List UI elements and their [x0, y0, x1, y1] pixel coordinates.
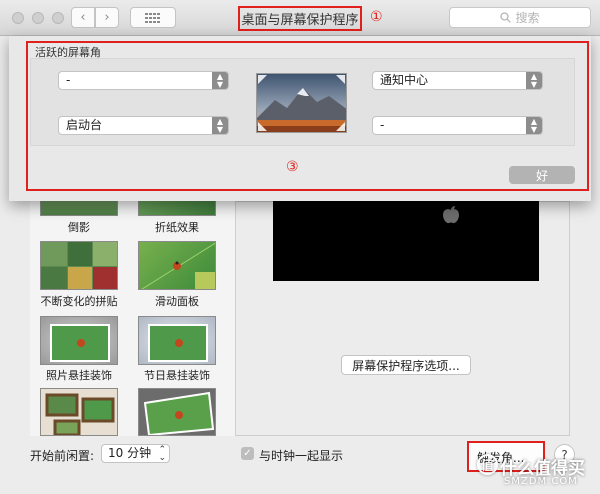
- corner-indicator-top-right: [336, 75, 345, 84]
- search-input[interactable]: 搜索: [449, 7, 591, 28]
- updown-chevron-icon: ⌃ ⌄: [158, 445, 166, 463]
- forward-button[interactable]: ›: [95, 7, 119, 28]
- screensaver-thumb-photo-mobile[interactable]: [40, 316, 118, 365]
- corner-indicator-bottom-left: [258, 122, 267, 131]
- corner-indicator-bottom-right: [336, 122, 345, 131]
- updown-arrows-icon: ▲ ▼: [526, 72, 542, 89]
- search-placeholder: 搜索: [515, 11, 540, 25]
- screensaver-label: 不断变化的拼贴: [40, 295, 118, 308]
- watermark-badge: 值: [477, 454, 498, 475]
- show-with-clock-checkbox[interactable]: ✓: [241, 447, 254, 460]
- screensaver-label: 节日悬挂装饰: [144, 369, 210, 382]
- popup-value: 通知中心: [380, 73, 429, 87]
- tiles-image: [41, 242, 117, 289]
- bottom-right-corner-popup[interactable]: - ▲ ▼: [372, 116, 543, 135]
- updown-arrows-icon: ▲ ▼: [212, 72, 228, 89]
- screensaver-label: 照片悬挂装饰: [46, 369, 112, 382]
- show-all-button[interactable]: [130, 7, 176, 28]
- chevron-right-icon: ›: [104, 10, 110, 25]
- updown-arrows-icon: ▲ ▼: [212, 117, 228, 134]
- photo-frame-image: [50, 324, 110, 362]
- top-right-corner-popup[interactable]: 通知中心 ▲ ▼: [372, 71, 543, 90]
- show-with-clock-label: 与时钟一起显示: [259, 449, 344, 463]
- apple-logo-icon: [443, 206, 459, 224]
- screensaver-thumb-sliding-panels[interactable]: [138, 241, 216, 290]
- popup-value: 10 分钟: [108, 446, 152, 460]
- minimize-window-button[interactable]: [32, 12, 44, 24]
- window-title: 桌面与屏幕保护程序: [238, 6, 362, 31]
- popup-value: -: [380, 118, 385, 132]
- ok-button[interactable]: 好: [509, 166, 575, 184]
- grid-icon: [145, 12, 160, 23]
- photo-frame-image: [148, 324, 208, 362]
- idle-time-label: 开始前闲置:: [30, 449, 95, 463]
- screensaver-label: 倒影: [68, 221, 90, 234]
- screensaver-thumb-photo-wall[interactable]: [40, 388, 118, 436]
- screensaver-preview: [273, 201, 539, 281]
- callout-number-1: ①: [370, 9, 383, 25]
- screensaver-thumb-vintage-prints[interactable]: [138, 388, 216, 436]
- popup-value: 启动台: [66, 118, 103, 132]
- back-button[interactable]: ‹: [71, 7, 95, 28]
- screensaver-label: 折纸效果: [155, 221, 199, 234]
- mountain-wallpaper-image: [257, 74, 346, 132]
- close-window-button[interactable]: [12, 12, 24, 24]
- desktop-preview-image: [256, 73, 347, 133]
- chevron-left-icon: ‹: [80, 10, 86, 25]
- screensaver-label: 滑动面板: [155, 295, 199, 308]
- smzdm-watermark: 值 什么值得买 SMZDM.COM: [474, 446, 600, 494]
- vintage-print-image: [143, 391, 215, 435]
- popup-value: -: [66, 73, 71, 87]
- idle-time-popup[interactable]: 10 分钟 ⌃ ⌄: [101, 444, 170, 463]
- corner-indicator-top-left: [258, 75, 267, 84]
- screensaver-thumb-shifting-tiles[interactable]: [40, 241, 118, 290]
- title-bar: ‹ › 桌面与屏幕保护程序 ① 搜索: [0, 0, 600, 36]
- search-icon: [500, 12, 512, 23]
- screensaver-options-button[interactable]: 屏幕保护程序选项...: [341, 355, 471, 375]
- zoom-window-button[interactable]: [52, 12, 64, 24]
- checkmark-icon: ✓: [243, 448, 252, 459]
- watermark-domain: SMZDM.COM: [504, 476, 578, 487]
- updown-arrows-icon: ▲ ▼: [526, 117, 542, 134]
- callout-number-3: ③: [286, 159, 299, 175]
- screensaver-thumb-holiday-mobile[interactable]: [138, 316, 216, 365]
- top-left-corner-popup[interactable]: - ▲ ▼: [58, 71, 229, 90]
- ladybug-image: [141, 242, 215, 289]
- bottom-left-corner-popup[interactable]: 启动台 ▲ ▼: [58, 116, 229, 135]
- photo-wall-image: [45, 393, 115, 435]
